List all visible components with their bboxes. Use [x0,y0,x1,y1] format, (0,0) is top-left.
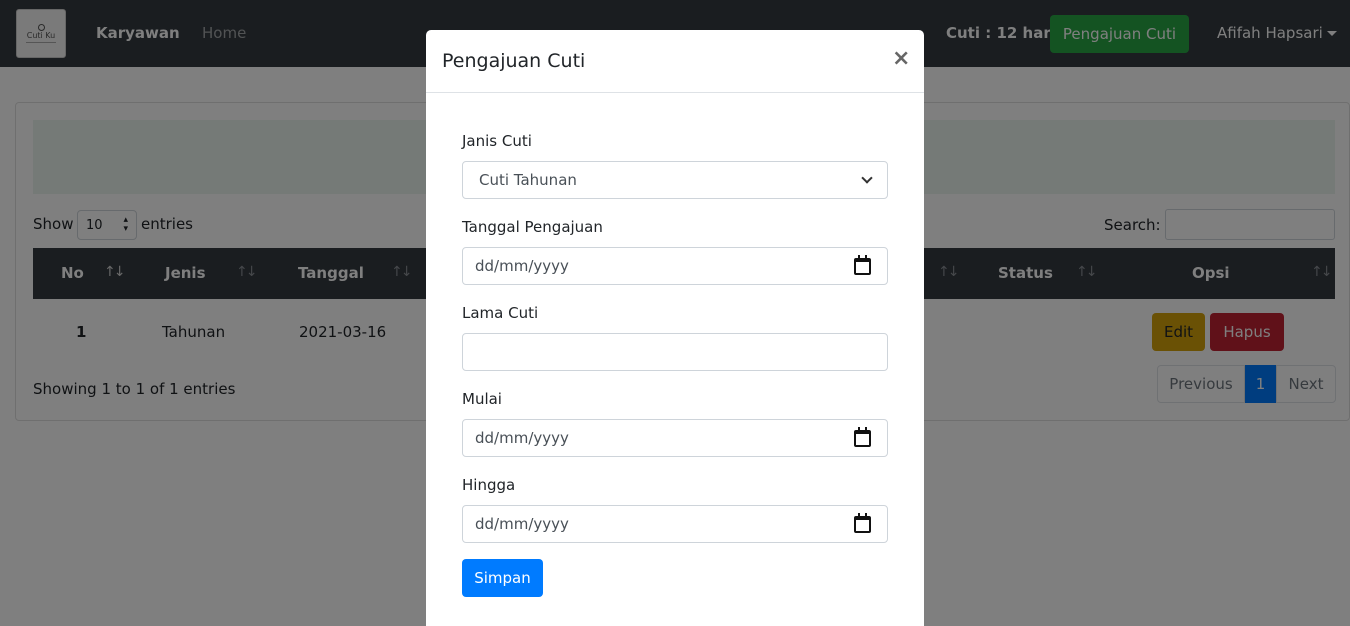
simpan-button[interactable]: Simpan [462,559,543,597]
lama-cuti-input[interactable] [462,333,888,371]
tanggal-pengajuan-label: Tanggal Pengajuan [462,218,603,236]
mulai-input[interactable]: dd/mm/yyyy [462,419,888,457]
tanggal-pengajuan-input[interactable]: dd/mm/yyyy [462,247,888,285]
hingga-input[interactable]: dd/mm/yyyy [462,505,888,543]
janis-cuti-label: Janis Cuti [462,132,532,150]
modal-title: Pengajuan Cuti [442,50,586,72]
janis-cuti-value: Cuti Tahunan [479,171,577,189]
lama-cuti-label: Lama Cuti [462,304,539,322]
pengajuan-cuti-modal: Pengajuan Cuti × Janis Cuti Cuti Tahunan… [426,30,924,626]
hingga-placeholder: dd/mm/yyyy [475,515,569,533]
janis-cuti-select[interactable]: Cuti Tahunan [462,161,888,199]
mulai-label: Mulai [462,390,502,408]
calendar-icon[interactable] [854,512,871,533]
hingga-label: Hingga [462,476,516,494]
modal-divider [426,92,924,93]
chevron-down-icon [861,172,873,184]
tanggal-pengajuan-placeholder: dd/mm/yyyy [475,257,569,275]
close-icon[interactable]: × [892,48,910,70]
calendar-icon[interactable] [854,426,871,447]
mulai-placeholder: dd/mm/yyyy [475,429,569,447]
calendar-icon[interactable] [854,254,871,275]
